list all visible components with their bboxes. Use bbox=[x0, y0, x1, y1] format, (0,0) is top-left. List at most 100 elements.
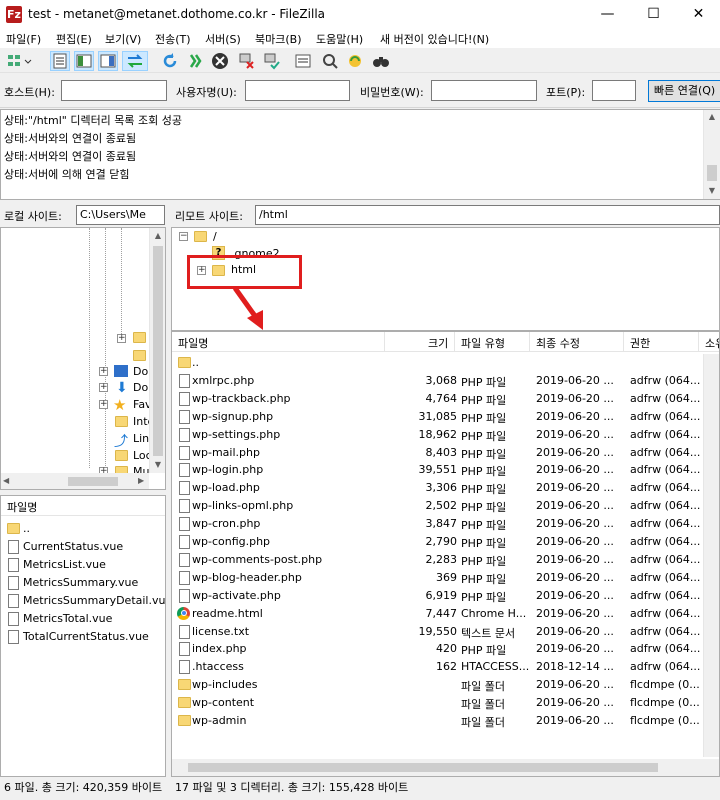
remote-file-row[interactable]: .. bbox=[172, 354, 719, 372]
menu-view[interactable]: 보기(V) bbox=[105, 31, 141, 47]
remote-tree-root[interactable]: − / bbox=[172, 228, 719, 246]
scroll-thumb[interactable] bbox=[707, 165, 717, 181]
menu-bookmarks[interactable]: 북마크(B) bbox=[255, 31, 302, 47]
log-scrollbar[interactable]: ▲ ▼ bbox=[703, 110, 720, 199]
remote-file-row[interactable]: wp-includes 파일 폴더 2019-06-20 ... flcdmpe (0… bbox=[172, 676, 719, 694]
local-file-row[interactable]: MetricsTotal.vue bbox=[1, 610, 165, 628]
search-button[interactable] bbox=[371, 51, 391, 71]
port-input[interactable] bbox=[592, 80, 636, 101]
local-file-row[interactable]: TotalCurrentStatus.vue bbox=[1, 628, 165, 646]
remote-file-row[interactable]: wp-activate.php 6,919 PHP 파일 2019-06-20 ...… bbox=[172, 587, 719, 605]
cell-type: PHP 파일 bbox=[461, 375, 507, 389]
remote-file-row[interactable]: wp-login.php 39,551 PHP 파일 2019-06-20 ... ad… bbox=[172, 461, 719, 479]
menu-server[interactable]: 서버(S) bbox=[205, 31, 241, 47]
sync-browse-button[interactable] bbox=[345, 51, 365, 71]
close-button[interactable]: ✕ bbox=[676, 0, 720, 29]
password-input[interactable] bbox=[431, 80, 537, 101]
expand-icon[interactable]: + bbox=[99, 400, 108, 409]
scroll-up-icon[interactable]: ▲ bbox=[704, 112, 720, 121]
remote-list-hscrollbar[interactable] bbox=[172, 759, 719, 776]
column-permissions[interactable]: 권한 bbox=[630, 335, 650, 351]
remote-file-row[interactable]: wp-mail.php 8,403 PHP 파일 2019-06-20 ... adfr… bbox=[172, 444, 719, 462]
host-input[interactable] bbox=[61, 80, 167, 101]
remote-file-row[interactable]: wp-content 파일 폴더 2019-06-20 ... flcdmpe (0.… bbox=[172, 694, 719, 712]
collapse-icon[interactable]: − bbox=[179, 232, 188, 241]
local-path-combo[interactable]: C:\Users\Me bbox=[76, 205, 165, 225]
refresh-button[interactable] bbox=[160, 51, 180, 71]
local-file-row[interactable]: .. bbox=[1, 520, 165, 538]
remote-file-row[interactable]: readme.html 7,447 Chrome H... 2019-06-20 ..… bbox=[172, 605, 719, 623]
reconnect-button[interactable] bbox=[262, 51, 282, 71]
expand-icon[interactable]: + bbox=[99, 383, 108, 392]
column-modified[interactable]: 최종 수정 bbox=[536, 335, 580, 351]
scroll-up-icon[interactable]: ▲ bbox=[150, 231, 165, 240]
local-tree-item[interactable]: + ★ Fav bbox=[1, 396, 165, 414]
expand-icon[interactable]: + bbox=[117, 334, 126, 343]
local-tree-scrollbar[interactable]: ▲ ▼ bbox=[149, 228, 165, 473]
remote-file-row[interactable]: .htaccess 162 HTACCESS... 2018-12-14 ... adf… bbox=[172, 658, 719, 676]
site-manager-button[interactable] bbox=[4, 51, 34, 71]
menu-new-version[interactable]: 새 버전이 있습니다!(N) bbox=[380, 31, 489, 47]
remote-file-row[interactable]: license.txt 19,550 텍스트 문서 2019-06-20 ... adf… bbox=[172, 623, 719, 641]
remote-file-row[interactable]: xmlrpc.php 3,068 PHP 파일 2019-06-20 ... adfrw… bbox=[172, 372, 719, 390]
toggle-local-tree-button[interactable] bbox=[74, 51, 94, 71]
local-tree-item[interactable]: Inte bbox=[1, 413, 165, 431]
local-file-row[interactable]: MetricsSummaryDetail.vue bbox=[1, 592, 165, 610]
menu-edit[interactable]: 편집(E) bbox=[56, 31, 92, 47]
remote-file-row[interactable]: wp-signup.php 31,085 PHP 파일 2019-06-20 ... a… bbox=[172, 408, 719, 426]
scroll-down-icon[interactable]: ▼ bbox=[704, 186, 720, 195]
menu-file[interactable]: 파일(F) bbox=[6, 31, 41, 47]
column-owner[interactable]: 소유 bbox=[705, 335, 719, 351]
remote-file-row[interactable]: wp-links-opml.php 2,502 PHP 파일 2019-06-20 .… bbox=[172, 497, 719, 515]
column-filename[interactable]: 파일명 bbox=[178, 335, 208, 351]
remote-file-row[interactable]: wp-settings.php 18,962 PHP 파일 2019-06-20 ..… bbox=[172, 426, 719, 444]
toggle-queue-button[interactable] bbox=[122, 51, 148, 71]
remote-file-row[interactable]: wp-cron.php 3,847 PHP 파일 2019-06-20 ... adfr… bbox=[172, 515, 719, 533]
remote-file-row[interactable]: wp-blog-header.php 369 PHP 파일 2019-06-20 ..… bbox=[172, 569, 719, 587]
remote-file-row[interactable]: index.php 420 PHP 파일 2019-06-20 ... adfrw (0… bbox=[172, 640, 719, 658]
scroll-thumb[interactable] bbox=[68, 477, 118, 486]
remote-file-row[interactable]: wp-config.php 2,790 PHP 파일 2019-06-20 ... ad… bbox=[172, 533, 719, 551]
toggle-remote-tree-button[interactable] bbox=[98, 51, 118, 71]
scroll-right-icon[interactable]: ▶ bbox=[138, 476, 144, 485]
menu-help[interactable]: 도움말(H) bbox=[316, 31, 363, 47]
column-separator[interactable] bbox=[384, 332, 385, 352]
cancel-button[interactable] bbox=[210, 51, 230, 71]
scroll-thumb[interactable] bbox=[188, 763, 658, 772]
cell-type: Chrome H... bbox=[461, 606, 527, 620]
compare-button[interactable] bbox=[320, 51, 340, 71]
directory-listing-filter-button[interactable] bbox=[293, 51, 313, 71]
scroll-thumb[interactable] bbox=[153, 246, 163, 456]
menu-transfer[interactable]: 전송(T) bbox=[155, 31, 191, 47]
local-file-row[interactable]: CurrentStatus.vue bbox=[1, 538, 165, 556]
remote-path-combo[interactable]: /html bbox=[255, 205, 720, 225]
remote-file-row[interactable]: wp-comments-post.php 2,283 PHP 파일 2019-06-2… bbox=[172, 551, 719, 569]
remote-file-row[interactable]: wp-load.php 3,306 PHP 파일 2019-06-20 ... adfr… bbox=[172, 479, 719, 497]
remote-file-row[interactable]: wp-admin 파일 폴더 2019-06-20 ... flcdmpe (0...… bbox=[172, 712, 719, 730]
tree-line bbox=[121, 228, 122, 338]
column-size[interactable]: 크기 bbox=[428, 335, 448, 351]
disconnect-button[interactable] bbox=[237, 51, 257, 71]
column-filename[interactable]: 파일명 bbox=[7, 499, 37, 515]
expand-icon[interactable]: + bbox=[99, 367, 108, 376]
process-queue-button[interactable] bbox=[186, 51, 206, 71]
quickconnect-button[interactable]: 빠른 연결(Q) bbox=[648, 80, 720, 102]
column-separator[interactable] bbox=[454, 332, 455, 352]
remote-file-row[interactable]: wp-trackback.php 4,764 PHP 파일 2019-06-20 ..… bbox=[172, 390, 719, 408]
scroll-left-icon[interactable]: ◀ bbox=[3, 476, 9, 485]
column-separator[interactable] bbox=[529, 332, 530, 352]
local-tree-hscrollbar[interactable]: ◀ ▶ bbox=[1, 473, 149, 489]
local-file-row[interactable]: MetricsList.vue bbox=[1, 556, 165, 574]
local-file-row[interactable]: MetricsSummary.vue bbox=[1, 574, 165, 592]
username-input[interactable] bbox=[245, 80, 350, 101]
local-tree-item[interactable]: + ⬇ Do bbox=[1, 379, 165, 397]
minimize-button[interactable]: — bbox=[585, 0, 630, 29]
toggle-log-button[interactable] bbox=[50, 51, 70, 71]
scroll-down-icon[interactable]: ▼ bbox=[150, 460, 165, 469]
maximize-button[interactable]: ☐ bbox=[631, 0, 676, 29]
column-separator[interactable] bbox=[623, 332, 624, 352]
remote-list-scrollbar[interactable] bbox=[703, 354, 719, 757]
column-type[interactable]: 파일 유형 bbox=[461, 335, 505, 351]
column-separator[interactable] bbox=[698, 332, 699, 352]
local-tree-item[interactable]: ⤴ Lin bbox=[1, 430, 165, 450]
